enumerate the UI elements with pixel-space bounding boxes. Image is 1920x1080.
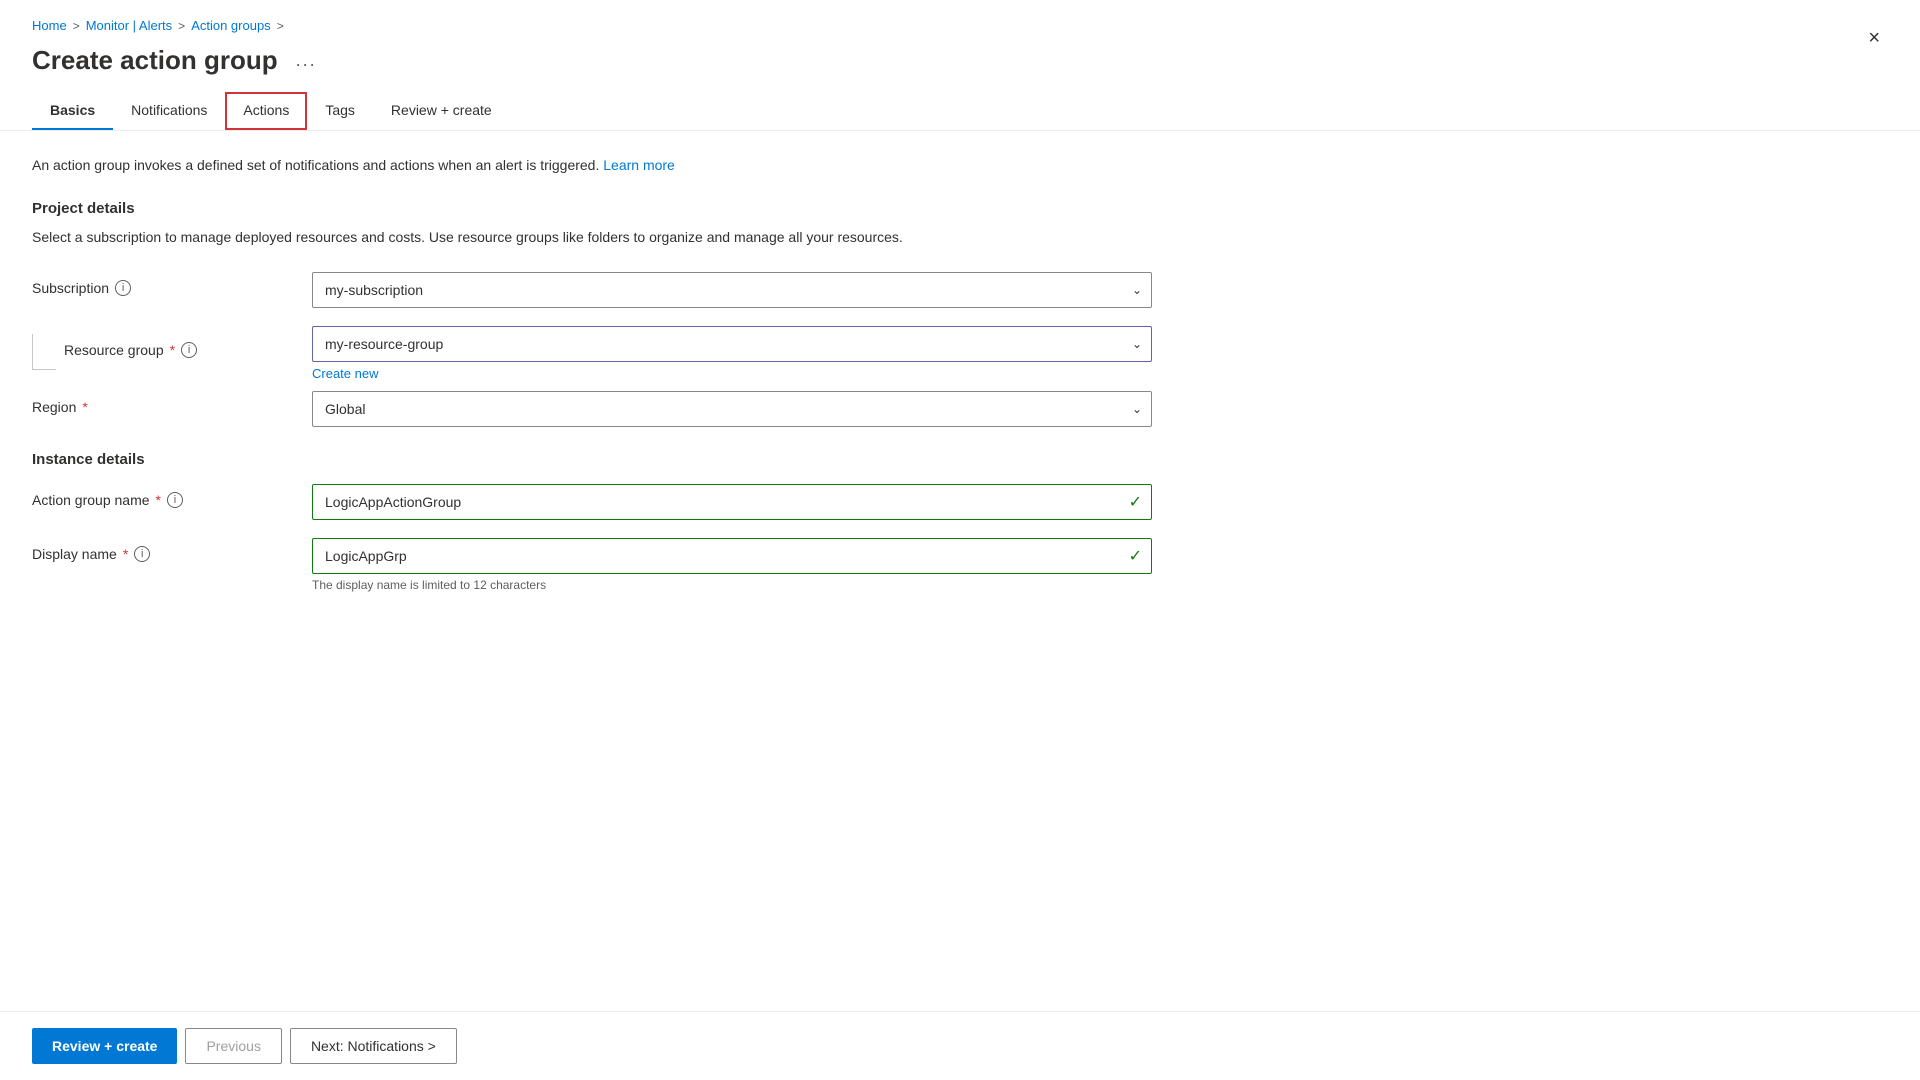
resource-group-select[interactable]: my-resource-group bbox=[312, 326, 1152, 362]
action-group-name-row: Action group name * i ✓ bbox=[32, 484, 1232, 520]
action-group-name-info-icon[interactable]: i bbox=[167, 492, 183, 508]
subscription-select[interactable]: my-subscription bbox=[312, 272, 1152, 308]
subscription-control: my-subscription ⌄ bbox=[312, 272, 1152, 308]
main-content: An action group invokes a defined set of… bbox=[0, 131, 1920, 1011]
tabs-container: Basics Notifications Actions Tags Review… bbox=[0, 92, 1920, 131]
display-name-input[interactable] bbox=[312, 538, 1152, 574]
resource-group-control: my-resource-group ⌄ Create new bbox=[312, 326, 1152, 381]
tab-review-create[interactable]: Review + create bbox=[373, 92, 510, 130]
instance-details-section: Instance details bbox=[32, 451, 1888, 468]
project-details-desc: Select a subscription to manage deployed… bbox=[32, 227, 1888, 248]
breadcrumb-home[interactable]: Home bbox=[32, 18, 67, 33]
display-name-required: * bbox=[123, 546, 128, 562]
previous-button[interactable]: Previous bbox=[185, 1028, 281, 1064]
title-row: Create action group ... bbox=[0, 41, 1920, 92]
action-group-name-label: Action group name bbox=[32, 492, 150, 508]
tab-tags[interactable]: Tags bbox=[307, 92, 373, 130]
display-name-control: ✓ The display name is limited to 12 char… bbox=[312, 538, 1152, 592]
close-button[interactable]: × bbox=[1868, 28, 1880, 48]
display-name-label: Display name bbox=[32, 546, 117, 562]
display-name-info-icon[interactable]: i bbox=[134, 546, 150, 562]
ellipsis-button[interactable]: ... bbox=[290, 48, 323, 73]
tab-basics[interactable]: Basics bbox=[32, 92, 113, 130]
bottom-bar: Review + create Previous Next: Notificat… bbox=[0, 1011, 1920, 1080]
resource-group-label: Resource group bbox=[64, 342, 164, 358]
action-group-name-required: * bbox=[156, 492, 161, 508]
action-group-name-input-wrapper: ✓ bbox=[312, 484, 1152, 520]
resource-group-row: Resource group * i my-resource-group ⌄ C… bbox=[32, 326, 1232, 381]
display-name-hint: The display name is limited to 12 charac… bbox=[312, 578, 1152, 592]
region-label: Region bbox=[32, 399, 76, 415]
subscription-row: Subscription i my-subscription ⌄ bbox=[32, 272, 1232, 308]
region-label-area: Region * bbox=[32, 391, 312, 415]
region-select[interactable]: Global bbox=[312, 391, 1152, 427]
display-name-row: Display name * i ✓ The display name is l… bbox=[32, 538, 1232, 592]
display-name-input-wrapper: ✓ bbox=[312, 538, 1152, 574]
review-create-button[interactable]: Review + create bbox=[32, 1028, 177, 1064]
breadcrumb-sep-1: > bbox=[73, 19, 80, 33]
action-group-name-control: ✓ bbox=[312, 484, 1152, 520]
project-details-title: Project details bbox=[32, 200, 1888, 217]
resource-group-info-icon[interactable]: i bbox=[181, 342, 197, 358]
instance-details-title: Instance details bbox=[32, 451, 1888, 468]
breadcrumb-sep-2: > bbox=[178, 19, 185, 33]
project-details-section: Project details Select a subscription to… bbox=[32, 200, 1888, 248]
page-title: Create action group bbox=[32, 45, 278, 76]
region-required: * bbox=[82, 399, 87, 415]
breadcrumb: Home > Monitor | Alerts > Action groups … bbox=[0, 0, 1920, 41]
create-new-link[interactable]: Create new bbox=[312, 366, 378, 381]
display-name-label-area: Display name * i bbox=[32, 538, 312, 562]
resource-group-select-wrapper: my-resource-group ⌄ bbox=[312, 326, 1152, 362]
learn-more-link[interactable]: Learn more bbox=[603, 157, 675, 173]
breadcrumb-monitor-alerts[interactable]: Monitor | Alerts bbox=[86, 18, 172, 33]
next-notifications-button[interactable]: Next: Notifications > bbox=[290, 1028, 457, 1064]
region-select-wrapper: Global ⌄ bbox=[312, 391, 1152, 427]
page-description: An action group invokes a defined set of… bbox=[32, 155, 1888, 176]
resource-group-required: * bbox=[170, 342, 175, 358]
action-group-name-label-area: Action group name * i bbox=[32, 484, 312, 508]
page-wrapper: Home > Monitor | Alerts > Action groups … bbox=[0, 0, 1920, 1080]
subscription-select-wrapper: my-subscription ⌄ bbox=[312, 272, 1152, 308]
subscription-label: Subscription i bbox=[32, 272, 312, 296]
action-group-name-input[interactable] bbox=[312, 484, 1152, 520]
display-name-check-icon: ✓ bbox=[1129, 546, 1142, 566]
region-row: Region * Global ⌄ bbox=[32, 391, 1232, 427]
tab-notifications[interactable]: Notifications bbox=[113, 92, 225, 130]
resource-group-label-area: Resource group * i bbox=[32, 326, 312, 370]
tab-actions[interactable]: Actions bbox=[225, 92, 307, 130]
subscription-info-icon[interactable]: i bbox=[115, 280, 131, 296]
breadcrumb-sep-3: > bbox=[277, 19, 284, 33]
breadcrumb-action-groups[interactable]: Action groups bbox=[191, 18, 271, 33]
action-group-name-check-icon: ✓ bbox=[1129, 492, 1142, 512]
region-control: Global ⌄ bbox=[312, 391, 1152, 427]
